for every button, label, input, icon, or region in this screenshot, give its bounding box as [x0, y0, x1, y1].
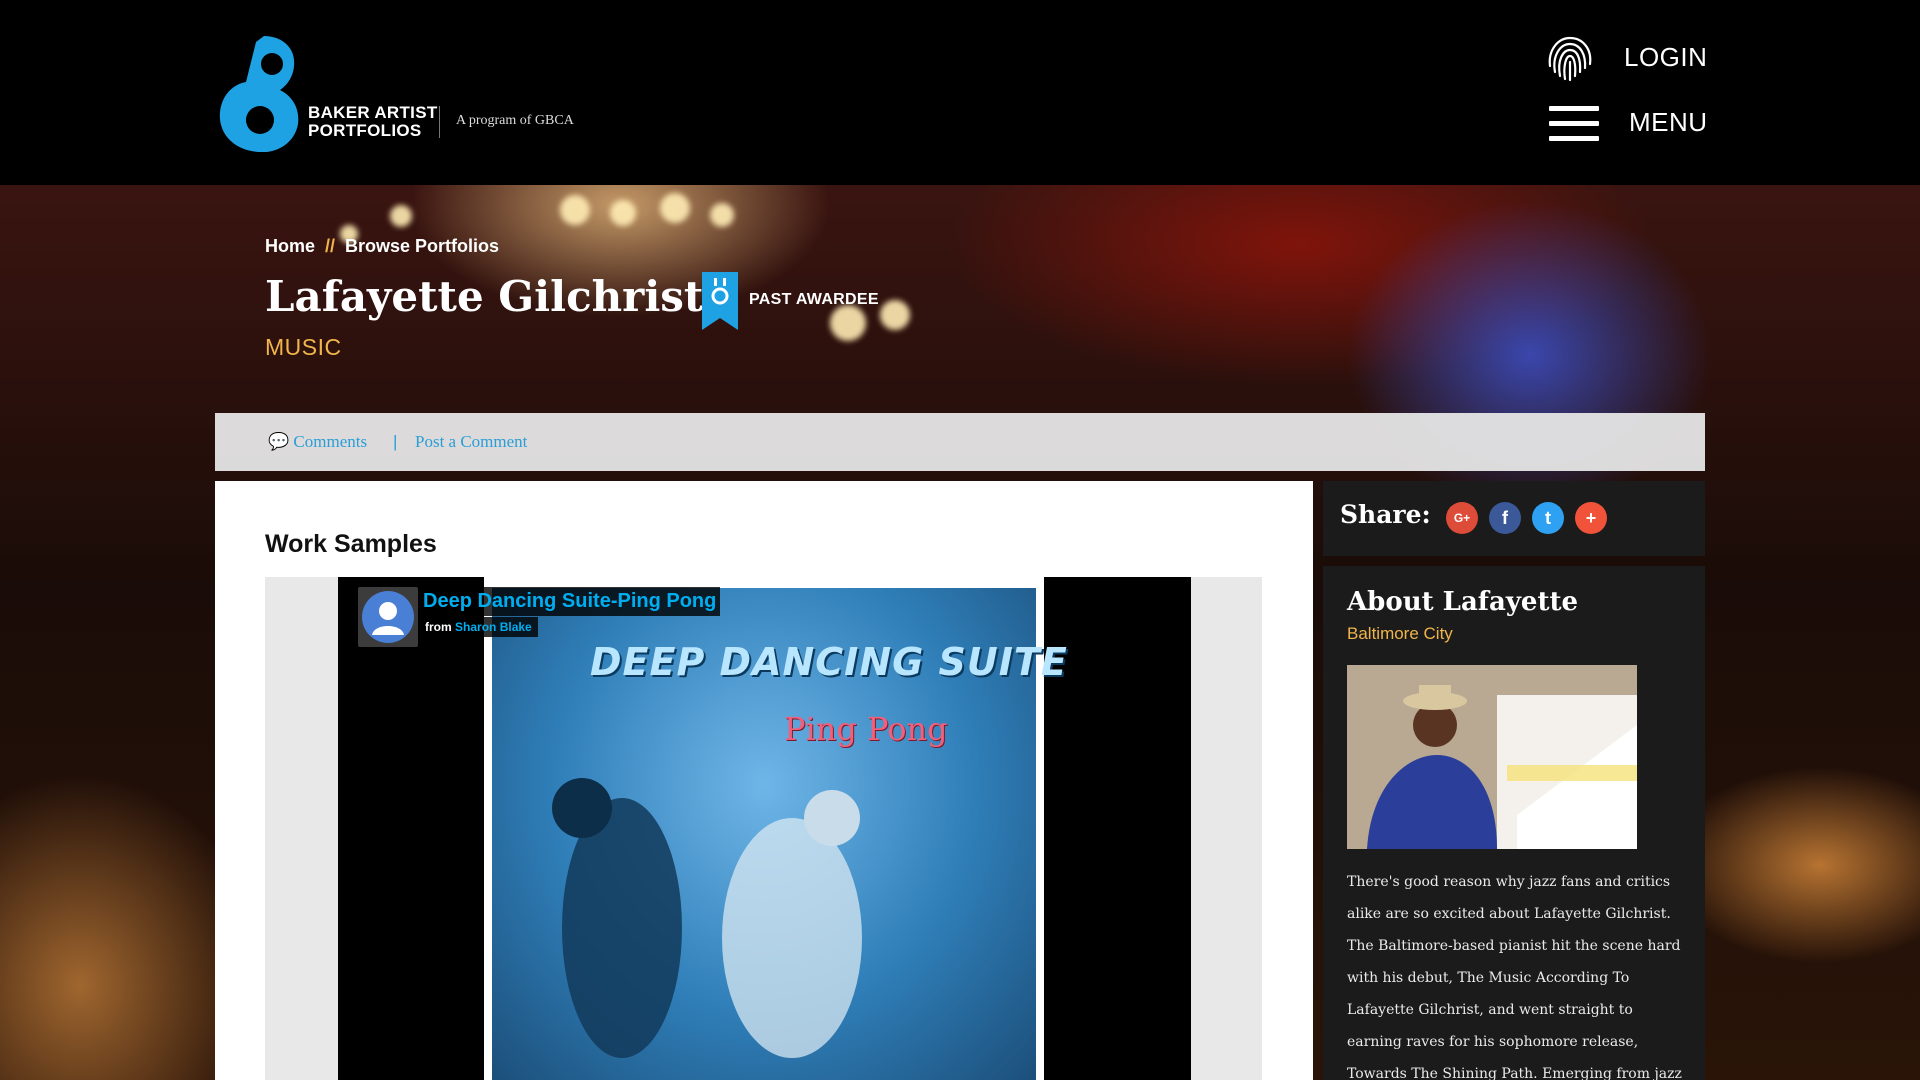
- video-author-link[interactable]: Sharon Blake: [455, 620, 532, 634]
- video-byline: from Sharon Blake: [419, 617, 538, 637]
- comments-link[interactable]: 💬 Comments: [268, 432, 367, 452]
- discipline-label[interactable]: MUSIC: [265, 334, 342, 361]
- about-title: About Lafayette: [1347, 587, 1579, 617]
- avatar[interactable]: [358, 587, 418, 647]
- cover-title: DEEP DANCING SUITE: [590, 640, 1068, 684]
- breadcrumb-separator: //: [325, 236, 336, 256]
- cover-subtitle: Ping Pong: [784, 710, 948, 748]
- login-link[interactable]: LOGIN: [1624, 42, 1707, 73]
- about-location[interactable]: Baltimore City: [1347, 624, 1453, 644]
- brand-line-2: PORTFOLIOS: [308, 121, 422, 140]
- breadcrumb-home[interactable]: Home: [265, 236, 315, 256]
- award-ribbon-icon: [702, 272, 738, 330]
- logo-divider: [439, 106, 440, 138]
- share-label: Share:: [1340, 500, 1431, 529]
- post-comment-link[interactable]: Post a Comment: [415, 432, 527, 452]
- twitter-icon[interactable]: t: [1532, 502, 1564, 534]
- award-badge-label: PAST AWARDEE: [749, 291, 879, 308]
- work-samples-heading: Work Samples: [265, 530, 437, 558]
- artist-photo: [1347, 665, 1637, 849]
- comment-separator: |: [393, 432, 398, 451]
- breadcrumb: Home // Browse Portfolios: [265, 236, 499, 257]
- video-title-link[interactable]: Deep Dancing Suite-Ping Pong: [419, 587, 721, 616]
- brand-line-1: BAKER ARTIST: [308, 103, 438, 122]
- comment-bubble-icon: 💬: [268, 432, 290, 451]
- about-bio: There's good reason why jazz fans and cr…: [1347, 874, 1682, 1080]
- page-title: Lafayette Gilchrist: [265, 272, 704, 321]
- hamburger-icon[interactable]: [1549, 106, 1599, 142]
- plus-icon[interactable]: +: [1575, 502, 1607, 534]
- fingerprint-icon[interactable]: [1542, 32, 1598, 84]
- video-byline-from: from: [425, 620, 452, 634]
- google-plus-icon[interactable]: G+: [1446, 502, 1478, 534]
- comments-label: Comments: [293, 432, 368, 451]
- menu-link[interactable]: MENU: [1629, 107, 1708, 138]
- facebook-icon[interactable]: f: [1489, 502, 1521, 534]
- breadcrumb-browse[interactable]: Browse Portfolios: [345, 236, 499, 256]
- brand-name[interactable]: BAKER ARTIST PORTFOLIOS: [308, 104, 438, 140]
- baker-logo-icon[interactable]: [212, 32, 312, 152]
- brand-tagline: A program of GBCA: [456, 113, 574, 128]
